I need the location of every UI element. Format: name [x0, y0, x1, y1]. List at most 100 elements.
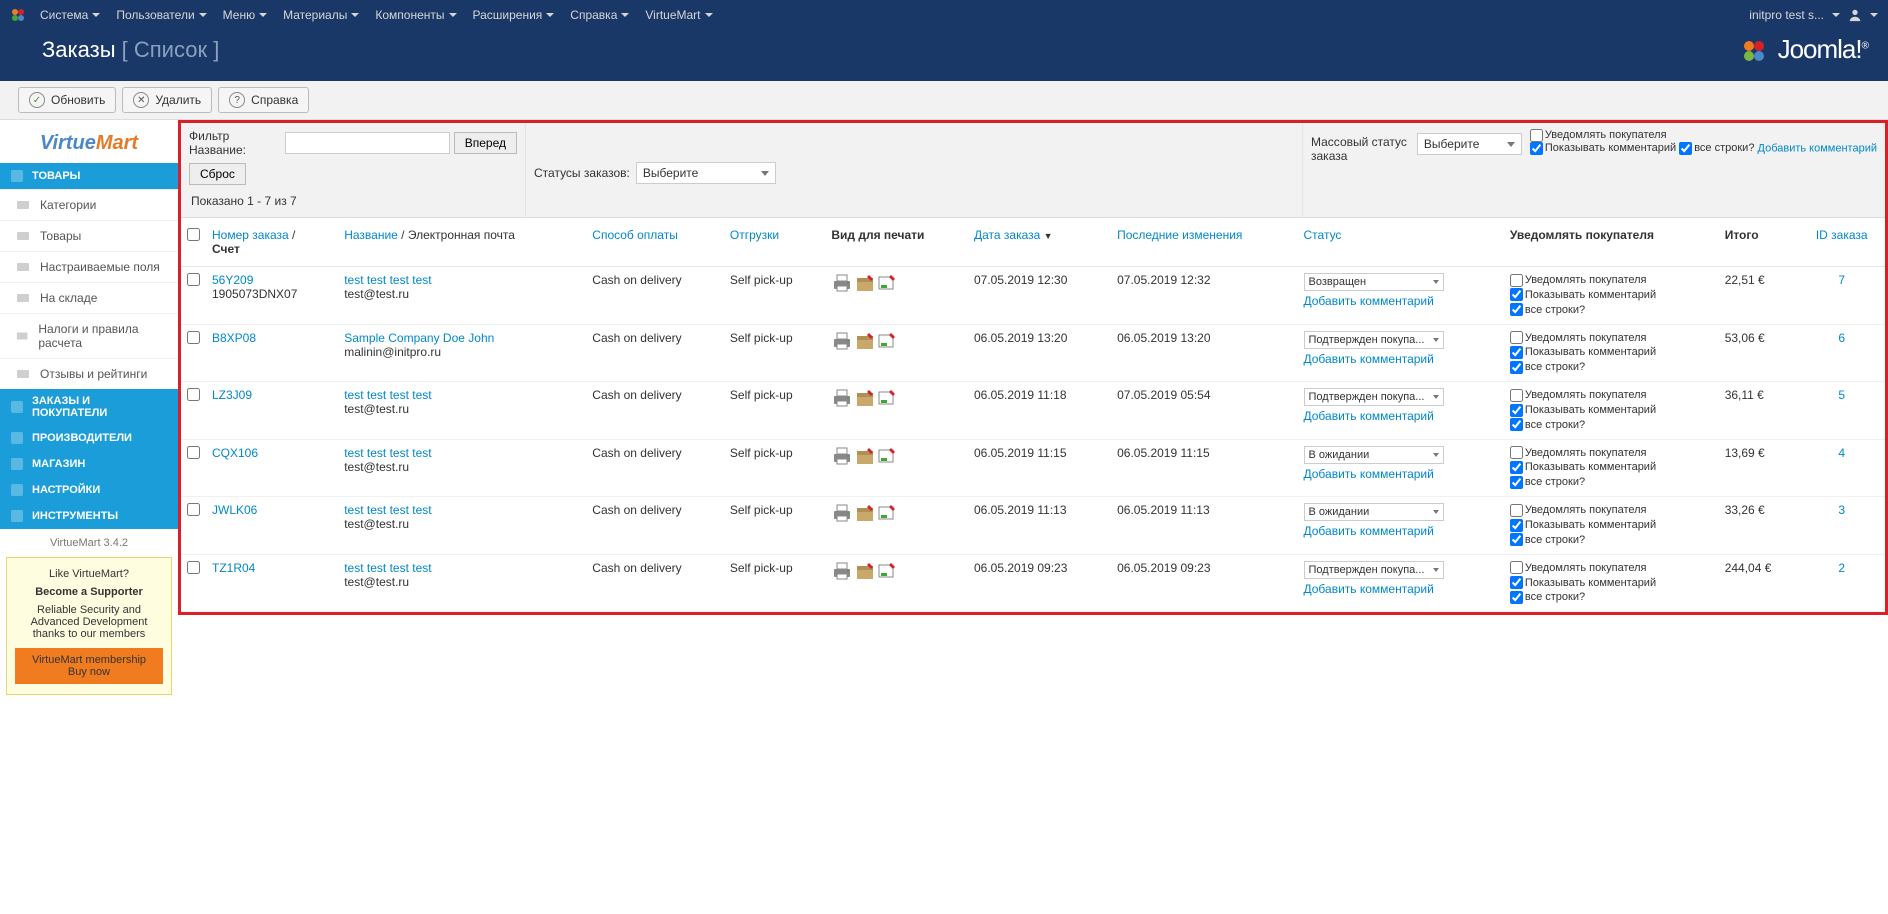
row-comment-checkbox[interactable]: Показывать комментарий: [1510, 576, 1713, 591]
sidebar-item[interactable]: Отзывы и рейтинги: [0, 358, 178, 389]
nav-item[interactable]: Меню: [215, 8, 275, 22]
nav-item[interactable]: Расширения: [465, 8, 563, 22]
col-date[interactable]: Дата заказа ▼: [968, 218, 1111, 267]
customer-name-link[interactable]: test test test test: [344, 388, 431, 402]
sidebar-section-head[interactable]: ЗАКАЗЫ И ПОКУПАТЕЛИ: [0, 389, 178, 425]
add-comment-link[interactable]: Добавить комментарий: [1304, 467, 1434, 481]
col-shipping[interactable]: Отгрузки: [724, 218, 825, 267]
add-comment-link[interactable]: Добавить комментарий: [1304, 409, 1434, 423]
col-id[interactable]: ID заказа: [1798, 218, 1885, 267]
add-comment-link[interactable]: Добавить комментарий: [1304, 582, 1434, 596]
delivery-icon[interactable]: [877, 273, 897, 293]
row-checkbox[interactable]: [187, 388, 200, 401]
nav-item[interactable]: Справка: [562, 8, 637, 22]
add-comment-link[interactable]: Добавить комментарий: [1304, 352, 1434, 366]
add-comment-link[interactable]: Добавить комментарий: [1304, 524, 1434, 538]
row-status-select[interactable]: Подтвержден покупа...: [1304, 561, 1444, 579]
row-status-select[interactable]: Подтвержден покупа...: [1304, 388, 1444, 406]
delivery-icon[interactable]: [877, 388, 897, 408]
order-status-select[interactable]: Выберите: [636, 162, 776, 184]
row-checkbox[interactable]: [187, 561, 200, 574]
row-notify-checkbox[interactable]: Уведомлять покупателя: [1510, 503, 1713, 518]
order-number-link[interactable]: LZ3J09: [212, 388, 252, 402]
customer-name-link[interactable]: test test test test: [344, 503, 431, 517]
row-notify-checkbox[interactable]: Уведомлять покупателя: [1510, 446, 1713, 461]
delivery-icon[interactable]: [877, 331, 897, 351]
col-status[interactable]: Статус: [1298, 218, 1504, 267]
printer-icon[interactable]: [831, 503, 853, 523]
row-checkbox[interactable]: [187, 503, 200, 516]
order-number-link[interactable]: 56Y209: [212, 273, 253, 287]
row-all-checkbox[interactable]: все строки?: [1510, 418, 1713, 433]
printer-icon[interactable]: [831, 446, 853, 466]
nav-item[interactable]: Компоненты: [367, 8, 464, 22]
select-all-checkbox[interactable]: [187, 228, 200, 241]
printer-icon[interactable]: [831, 331, 853, 351]
filter-name-input[interactable]: [285, 132, 450, 154]
add-comment-link[interactable]: Добавить комментарий: [1304, 294, 1434, 308]
row-comment-checkbox[interactable]: Показывать комментарий: [1510, 288, 1713, 303]
membership-button[interactable]: VirtueMart membership Buy now: [15, 648, 163, 684]
col-order-number[interactable]: Номер заказа / Счет: [206, 218, 338, 267]
row-all-checkbox[interactable]: все строки?: [1510, 360, 1713, 375]
sidebar-item[interactable]: На складе: [0, 282, 178, 313]
row-checkbox[interactable]: [187, 446, 200, 459]
bulk-all-checkbox[interactable]: все строки?: [1679, 142, 1754, 154]
go-button[interactable]: Вперед: [454, 132, 517, 154]
package-icon[interactable]: [855, 273, 875, 293]
sidebar-item[interactable]: Категории: [0, 189, 178, 220]
nav-item[interactable]: Пользователи: [108, 8, 214, 22]
row-checkbox[interactable]: [187, 273, 200, 286]
package-icon[interactable]: [855, 503, 875, 523]
order-id-link[interactable]: 4: [1838, 446, 1845, 460]
row-all-checkbox[interactable]: все строки?: [1510, 533, 1713, 548]
row-status-select[interactable]: Возвращен: [1304, 273, 1444, 291]
package-icon[interactable]: [855, 446, 875, 466]
customer-name-link[interactable]: test test test test: [344, 273, 431, 287]
row-comment-checkbox[interactable]: Показывать комментарий: [1510, 345, 1713, 360]
sidebar-section-head[interactable]: ТОВАРЫ: [0, 163, 178, 189]
refresh-button[interactable]: ✓Обновить: [18, 87, 116, 113]
reset-button[interactable]: Сброс: [189, 163, 246, 185]
customer-name-link[interactable]: test test test test: [344, 446, 431, 460]
bulk-add-comment-link[interactable]: Добавить комментарий: [1758, 142, 1877, 154]
order-number-link[interactable]: CQX106: [212, 446, 258, 460]
printer-icon[interactable]: [831, 561, 853, 581]
row-comment-checkbox[interactable]: Показывать комментарий: [1510, 460, 1713, 475]
row-comment-checkbox[interactable]: Показывать комментарий: [1510, 518, 1713, 533]
col-payment[interactable]: Способ оплаты: [586, 218, 724, 267]
printer-icon[interactable]: [831, 273, 853, 293]
row-notify-checkbox[interactable]: Уведомлять покупателя: [1510, 273, 1713, 288]
user-menu[interactable]: initpro test s...: [1749, 8, 1878, 22]
delivery-icon[interactable]: [877, 561, 897, 581]
help-button[interactable]: ?Справка: [218, 87, 309, 113]
package-icon[interactable]: [855, 388, 875, 408]
row-status-select[interactable]: В ожидании: [1304, 503, 1444, 521]
order-id-link[interactable]: 3: [1838, 503, 1845, 517]
sidebar-section-head[interactable]: ПРОИЗВОДИТЕЛИ: [0, 425, 178, 451]
printer-icon[interactable]: [831, 388, 853, 408]
row-checkbox[interactable]: [187, 331, 200, 344]
package-icon[interactable]: [855, 331, 875, 351]
order-id-link[interactable]: 2: [1838, 561, 1845, 575]
row-status-select[interactable]: Подтвержден покупа...: [1304, 331, 1444, 349]
row-notify-checkbox[interactable]: Уведомлять покупателя: [1510, 331, 1713, 346]
sidebar-section-head[interactable]: МАГАЗИН: [0, 451, 178, 477]
row-all-checkbox[interactable]: все строки?: [1510, 303, 1713, 318]
sidebar-item[interactable]: Налоги и правила расчета: [0, 313, 178, 358]
sidebar-item[interactable]: Товары: [0, 220, 178, 251]
delivery-icon[interactable]: [877, 503, 897, 523]
sidebar-section-head[interactable]: НАСТРОЙКИ: [0, 477, 178, 503]
package-icon[interactable]: [855, 561, 875, 581]
row-status-select[interactable]: В ожидании: [1304, 446, 1444, 464]
order-id-link[interactable]: 7: [1838, 273, 1845, 287]
col-modified[interactable]: Последние изменения: [1111, 218, 1297, 267]
delete-button[interactable]: ✕Удалить: [122, 87, 212, 113]
sidebar-section-head[interactable]: ИНСТРУМЕНТЫ: [0, 503, 178, 529]
delivery-icon[interactable]: [877, 446, 897, 466]
order-id-link[interactable]: 5: [1838, 388, 1845, 402]
order-number-link[interactable]: B8XP08: [212, 331, 256, 345]
order-id-link[interactable]: 6: [1838, 331, 1845, 345]
nav-item[interactable]: Система: [32, 8, 108, 22]
bulk-comment-checkbox[interactable]: Показывать комментарий: [1530, 142, 1676, 154]
